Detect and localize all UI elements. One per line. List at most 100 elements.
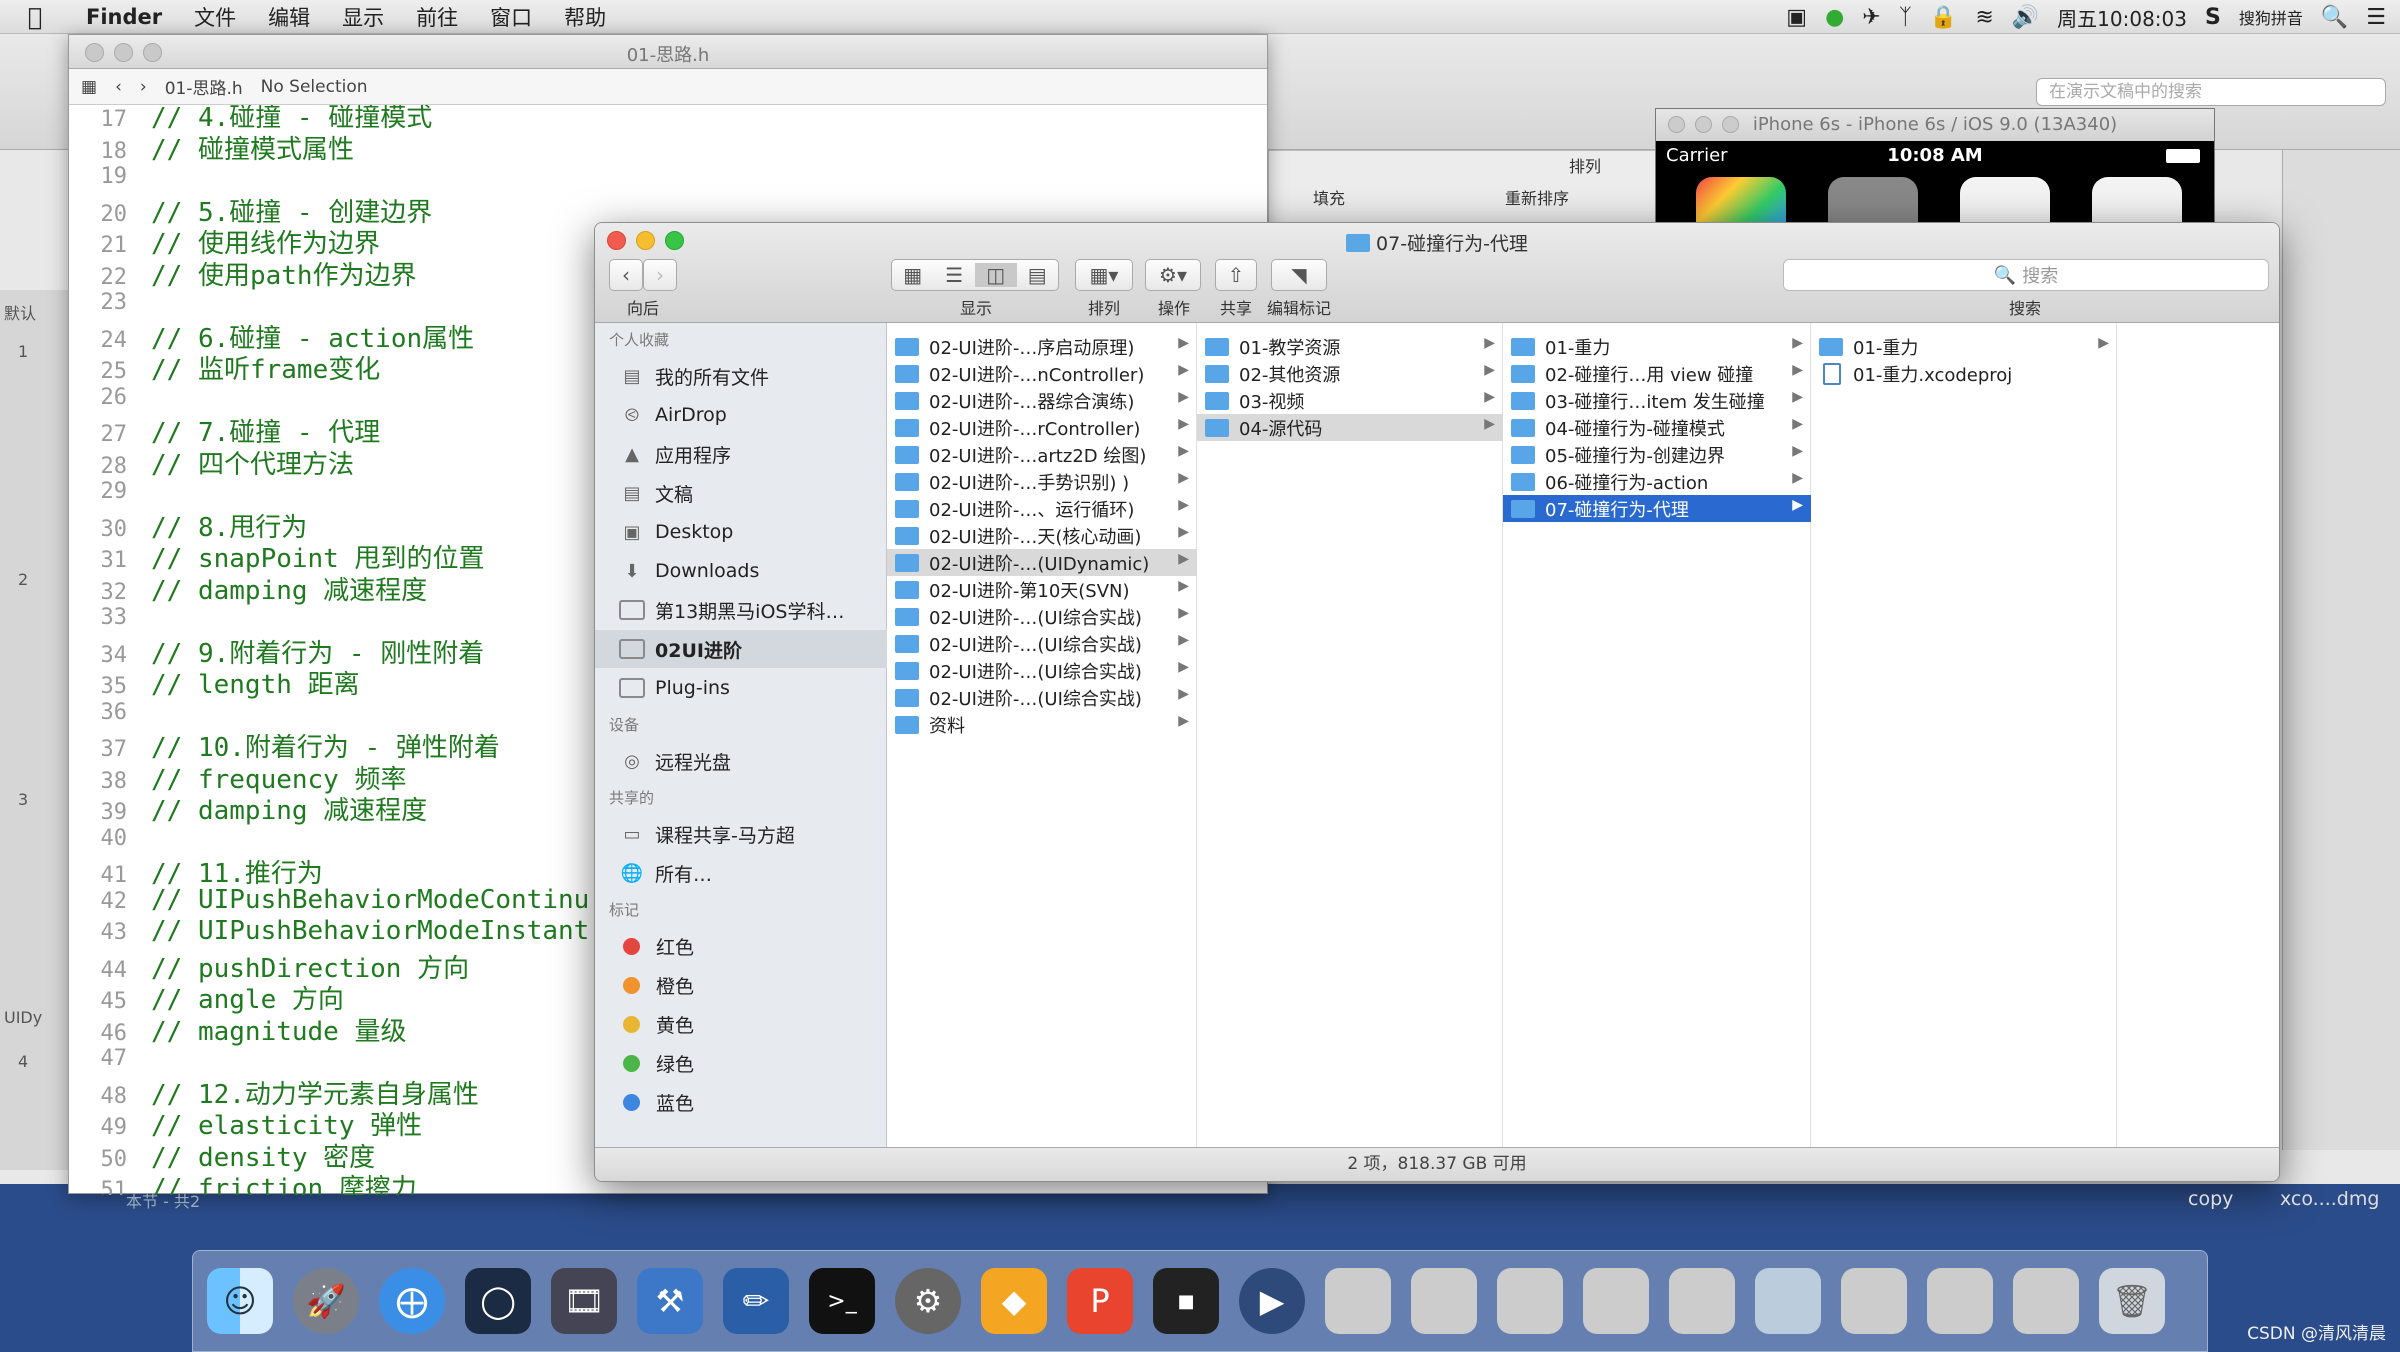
bluetooth-icon[interactable]: ᛉ [1899,5,1912,30]
mouse-app-dock-icon[interactable]: ◯ [465,1268,531,1334]
finder-row[interactable]: 02-UI进阶-…(UI综合实战) ▶ [887,630,1197,657]
finder-row[interactable]: 资料 ▶ [887,711,1197,738]
code-comment[interactable]: // 使用path作为边界 [151,255,417,292]
code-line[interactable]: 22// 使用path作为边界 [69,255,417,291]
console-dock-icon[interactable]: ■ [1153,1268,1219,1334]
action-button[interactable]: ⚙▾ [1145,259,1201,291]
back-arrow-icon[interactable]: ‹ [115,77,122,97]
window-thumbnail-icon[interactable] [1755,1268,1821,1334]
code-line[interactable]: 42 // UIPushBehaviorModeContinu [69,885,590,917]
column-view-icon[interactable]: ◫ [975,263,1017,287]
code-line[interactable]: 44// pushDirection 方向 [69,948,470,984]
window-thumbnail-icon[interactable] [1669,1268,1735,1334]
input-method-icon[interactable]: S [2205,5,2221,30]
code-comment[interactable]: // length 距离 [151,664,360,701]
sidebar-item-applications[interactable]: ▲ 应用程序 [595,435,887,473]
code-comment[interactable]: // 监听frame变化 [151,349,380,386]
code-comment[interactable]: // 四个代理方法 [151,444,354,481]
code-line[interactable]: 25// 监听frame变化 [69,349,381,385]
menu-view[interactable]: 显示 [326,2,400,32]
forward-button[interactable]: › [643,259,677,291]
apple-icon[interactable]:  [0,3,70,31]
window-thumbnail-icon[interactable] [1927,1268,1993,1334]
code-line[interactable]: 31// snapPoint 甩到的位置 [69,538,485,574]
code-line[interactable]: 23 [69,286,151,318]
code-line[interactable]: 35// length 距离 [69,664,360,700]
code-line[interactable]: 33 [69,601,151,633]
code-line[interactable]: 41// 11.推行为 [69,853,323,889]
trash-dock-icon[interactable]: 🗑 [2099,1268,2165,1334]
finder-row[interactable]: 02-UI进阶-…(UI综合实战) ▶ [887,603,1197,630]
finder-dock-icon[interactable]: ☺ [207,1268,273,1334]
code-comment[interactable]: // damping 减速程度 [151,570,427,607]
finder-row[interactable]: 01-教学资源 ▶ [1197,333,1503,360]
finder-row[interactable]: 06-碰撞行为-action ▶ [1503,468,1811,495]
finder-row[interactable]: 03-碰撞行…item 发生碰撞 ▶ [1503,387,1811,414]
sidebar-item-remote-disc[interactable]: ◎ 远程光盘 [595,742,887,780]
window-thumbnail-icon[interactable] [1583,1268,1649,1334]
finder-search-input[interactable]: 🔍 搜索 [1783,259,2269,291]
finder-row[interactable]: 04-源代码 ▶ [1197,414,1503,441]
sidebar-item-desktop[interactable]: ▣ Desktop [595,513,887,551]
code-line[interactable]: 26 [69,381,151,413]
related-items-icon[interactable]: ▦ [81,77,97,97]
input-method-label[interactable]: 搜狗拼音 [2239,5,2303,29]
code-line[interactable]: 45// angle 方向 [69,979,344,1015]
sidebar-item-02ui-folder[interactable]: 02UI进阶 [595,630,887,668]
code-line[interactable]: 24// 6.碰撞 - action属性 [69,318,475,354]
code-line[interactable]: 21// 使用线作为边界 [69,223,380,259]
spotlight-search-icon[interactable]: 🔍 [2321,5,2348,30]
view-mode-control[interactable]: ▦ ☰ ◫ ▤ [891,259,1059,291]
code-line[interactable]: 40 [69,822,151,854]
finder-row[interactable]: 01-重力.xcodeproj [1811,360,2117,387]
code-comment[interactable]: // 碰撞模式属性 [151,129,354,166]
back-button[interactable]: ‹ [609,259,643,291]
finder-row[interactable]: 02-碰撞行…用 view 碰撞 ▶ [1503,360,1811,387]
code-line[interactable]: 32// damping 减速程度 [69,570,428,606]
code-line[interactable]: 18// 碰撞模式属性 [69,129,354,165]
video-editor-dock-icon[interactable]: 🎞 [551,1268,617,1334]
sidebar-item-ios-course-folder[interactable]: 第13期黑马iOS学科… [595,591,887,629]
finder-row[interactable]: 02-UI进阶-…(UI综合实战) ▶ [887,684,1197,711]
airplane-icon[interactable]: ✈ [1862,5,1880,30]
code-line[interactable]: 17// 4.碰撞 - 碰撞模式 [69,105,433,133]
jump-bar-selection[interactable]: No Selection [261,77,368,97]
menu-clock[interactable]: 周五10:08:03 [2057,3,2187,32]
terminal-dock-icon[interactable]: >_ [809,1268,875,1334]
code-line[interactable]: 46// magnitude 量级 [69,1011,407,1047]
system-preferences-dock-icon[interactable]: ⚙ [895,1268,961,1334]
slide-number[interactable]: 1 [18,342,28,361]
section-label[interactable]: UIDy [4,1008,42,1027]
menu-file[interactable]: 文件 [178,2,252,32]
arrange-button[interactable]: ▦▾ [1075,259,1133,291]
code-line[interactable]: 50// density 密度 [69,1137,376,1173]
finder-row[interactable]: 02-UI进阶-…(UI综合实战) ▶ [887,657,1197,684]
slide-number[interactable]: 3 [18,790,28,809]
code-line[interactable]: 20// 5.碰撞 - 创建边界 [69,192,433,228]
code-comment[interactable]: // damping 减速程度 [151,790,427,827]
finder-row[interactable]: 02-UI进阶-…器综合演练) ▶ [887,387,1197,414]
background-search-input[interactable]: 在演示文稿中的搜索 [2036,78,2386,106]
jump-bar-file[interactable]: 01-思路.h [165,74,243,99]
volume-icon[interactable]: 🔊 [2012,5,2039,30]
code-line[interactable]: 43 // UIPushBehaviorModeInstant [69,916,590,948]
slide-number[interactable]: 2 [18,570,28,589]
presentation-dock-icon[interactable]: P [1067,1268,1133,1334]
finder-row[interactable]: 02-UI进阶-第10天(SVN) ▶ [887,576,1197,603]
quicktime-dock-icon[interactable]: ▶ [1239,1268,1305,1334]
sidebar-item-tag-0[interactable]: 红色 [595,927,887,965]
code-line[interactable]: 38// frequency 频率 [69,759,407,795]
sidebar-item-tag-3[interactable]: 绿色 [595,1044,887,1082]
code-comment[interactable]: // magnitude 量级 [151,1011,407,1048]
code-line[interactable]: 48// 12.动力学元素自身属性 [69,1074,479,1110]
notification-center-icon[interactable]: ☰ [2366,5,2386,30]
finder-row[interactable]: 05-碰撞行为-创建边界 ▶ [1503,441,1811,468]
sidebar-item-shared-computer[interactable]: ▭ 课程共享-马方超 [595,815,887,853]
finder-row[interactable]: 03-视频 ▶ [1197,387,1503,414]
sidebar-item-tag-2[interactable]: 黄色 [595,1005,887,1043]
forward-arrow-icon[interactable]: › [140,77,147,97]
code-line[interactable]: 51// friction 摩擦力 [69,1168,417,1195]
code-line[interactable]: 30// 8.甩行为 [69,507,308,543]
sidebar-item-plug-ins[interactable]: Plug-ins [595,669,887,707]
menu-help[interactable]: 帮助 [548,2,622,32]
